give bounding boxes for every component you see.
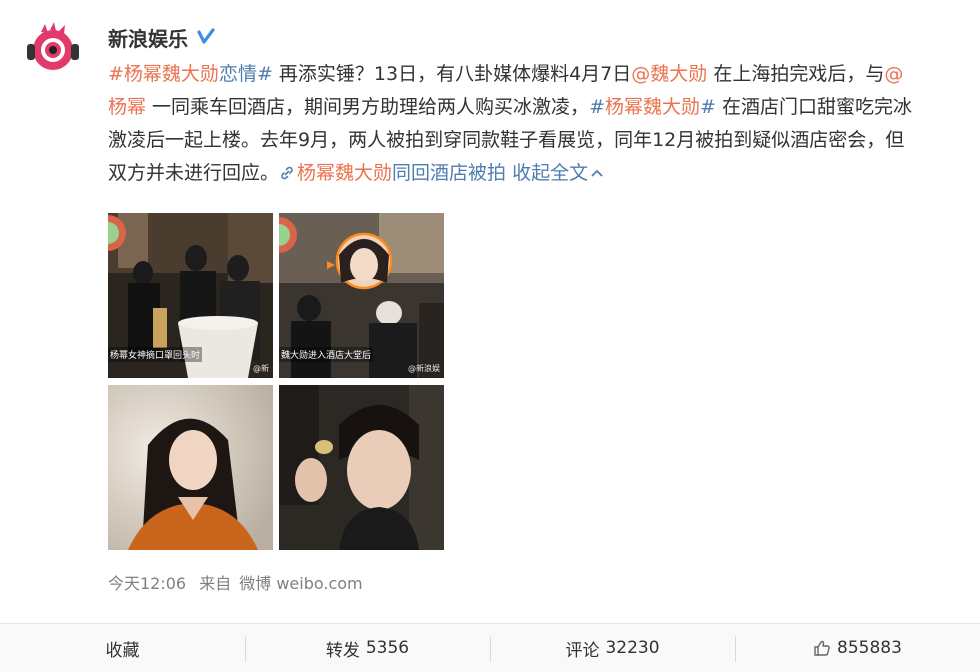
comment-button[interactable]: 评论 32230 (490, 624, 735, 672)
photo-caption-1: 杨幂女神摘口罩回头时 (108, 347, 203, 362)
photo-thumbnail-1[interactable]: 杨幂女神摘口罩回头时 @新 (108, 213, 273, 378)
verified-icon (197, 28, 215, 44)
post-line-4: 双方并未进行回应。 杨幂魏大勋同回酒店被拍 收起全文 (108, 157, 980, 190)
repost-label: 转发 (325, 640, 360, 661)
post-line-2: 杨幂 一同乘车回酒店，期间男方助理给两人购买冰激凌，#杨幂魏大勋# 在酒店门口甜… (108, 91, 980, 124)
author-row: 新浪娱乐 (108, 23, 216, 52)
weibo-post: 新浪娱乐 新浪娱乐 #杨幂魏大勋恋情# 再添实锤？13日，有八卦媒体爆料4月7日… (0, 0, 980, 672)
post-line-1: #杨幂魏大勋恋情# 再添实锤？13日，有八卦媒体爆料4月7日@魏大勋 在上海拍完… (108, 58, 980, 91)
photo-watermark-1: @新 (253, 364, 269, 373)
favorite-label: 收藏 (105, 640, 140, 661)
thumbs-up-icon (814, 640, 830, 656)
mention-yang-mi[interactable]: 杨幂 (108, 96, 146, 118)
like-button[interactable]: 855883 (735, 624, 980, 672)
avatar-logo-text: 新浪娱乐 (27, 70, 79, 86)
source-link[interactable]: 微博 weibo.com (239, 574, 362, 593)
post-text-segment: 再添实锤？13日，有八卦媒体爆料4月7日 (272, 63, 632, 85)
source-prefix: 来自 (199, 574, 232, 593)
author-avatar[interactable]: 新浪娱乐 (17, 20, 89, 92)
post-text-segment: 在酒店门口甜蜜吃完冰 (715, 96, 912, 118)
photo-selfie-man (279, 385, 444, 550)
post-meta: 今天12:06 来自 微博 weibo.com (108, 570, 371, 594)
topic-link-1[interactable]: #杨幂魏大勋恋情# (108, 63, 273, 85)
photo-thumbnail-4[interactable] (279, 385, 444, 550)
sina-logo-image: 新浪娱乐 (17, 20, 89, 92)
photo-grid: 杨幂女神摘口罩回头时 @新 魏大勋进入酒店大堂后 @新浪娱 (108, 213, 444, 550)
photo-thumbnail-2[interactable]: 魏大勋进入酒店大堂后 @新浪娱 (279, 213, 444, 378)
comment-count: 32230 (605, 638, 660, 658)
post-time[interactable]: 今天12:06 (108, 574, 186, 593)
chain-link-icon (281, 166, 293, 180)
repost-count: 5356 (365, 638, 410, 658)
mention-wei-dax[interactable]: @魏大勋 (631, 63, 707, 85)
photo-caption-2: 魏大勋进入酒店大堂后 (279, 347, 374, 362)
chevron-up-icon (591, 169, 603, 177)
post-text-segment: 在上海拍完戏后，与 (707, 63, 885, 85)
collapse-text-link[interactable]: 收起全文 (512, 162, 604, 184)
photo-portrait-woman (108, 385, 273, 550)
like-count: 855883 (837, 638, 902, 658)
photo-watermark-2: @新浪娱 (408, 364, 440, 373)
article-link[interactable]: 杨幂魏大勋同回酒店被拍 (279, 162, 506, 184)
mention-at-symbol[interactable]: @ (884, 63, 903, 85)
photo-thumbnail-3[interactable] (108, 385, 273, 550)
post-text-segment: 一同乘车回酒店，期间男方助理给两人购买冰激凌， (146, 96, 590, 118)
author-name[interactable]: 新浪娱乐 (108, 23, 188, 52)
action-bar: 收藏 转发 5356 评论 32230 855883 (0, 624, 980, 672)
post-text-segment: 双方并未进行回应。 (108, 162, 280, 184)
post-content: #杨幂魏大勋恋情# 再添实锤？13日，有八卦媒体爆料4月7日@魏大勋 在上海拍完… (108, 58, 980, 190)
favorite-button[interactable]: 收藏 (0, 624, 245, 672)
post-line-3: 激凌后一起上楼。去年9月，两人被拍到穿同款鞋子看展览，同年12月被拍到疑似酒店密… (108, 129, 905, 151)
repost-button[interactable]: 转发 5356 (245, 624, 490, 672)
comment-label: 评论 (565, 640, 600, 661)
topic-link-2[interactable]: #杨幂魏大勋# (589, 96, 716, 118)
